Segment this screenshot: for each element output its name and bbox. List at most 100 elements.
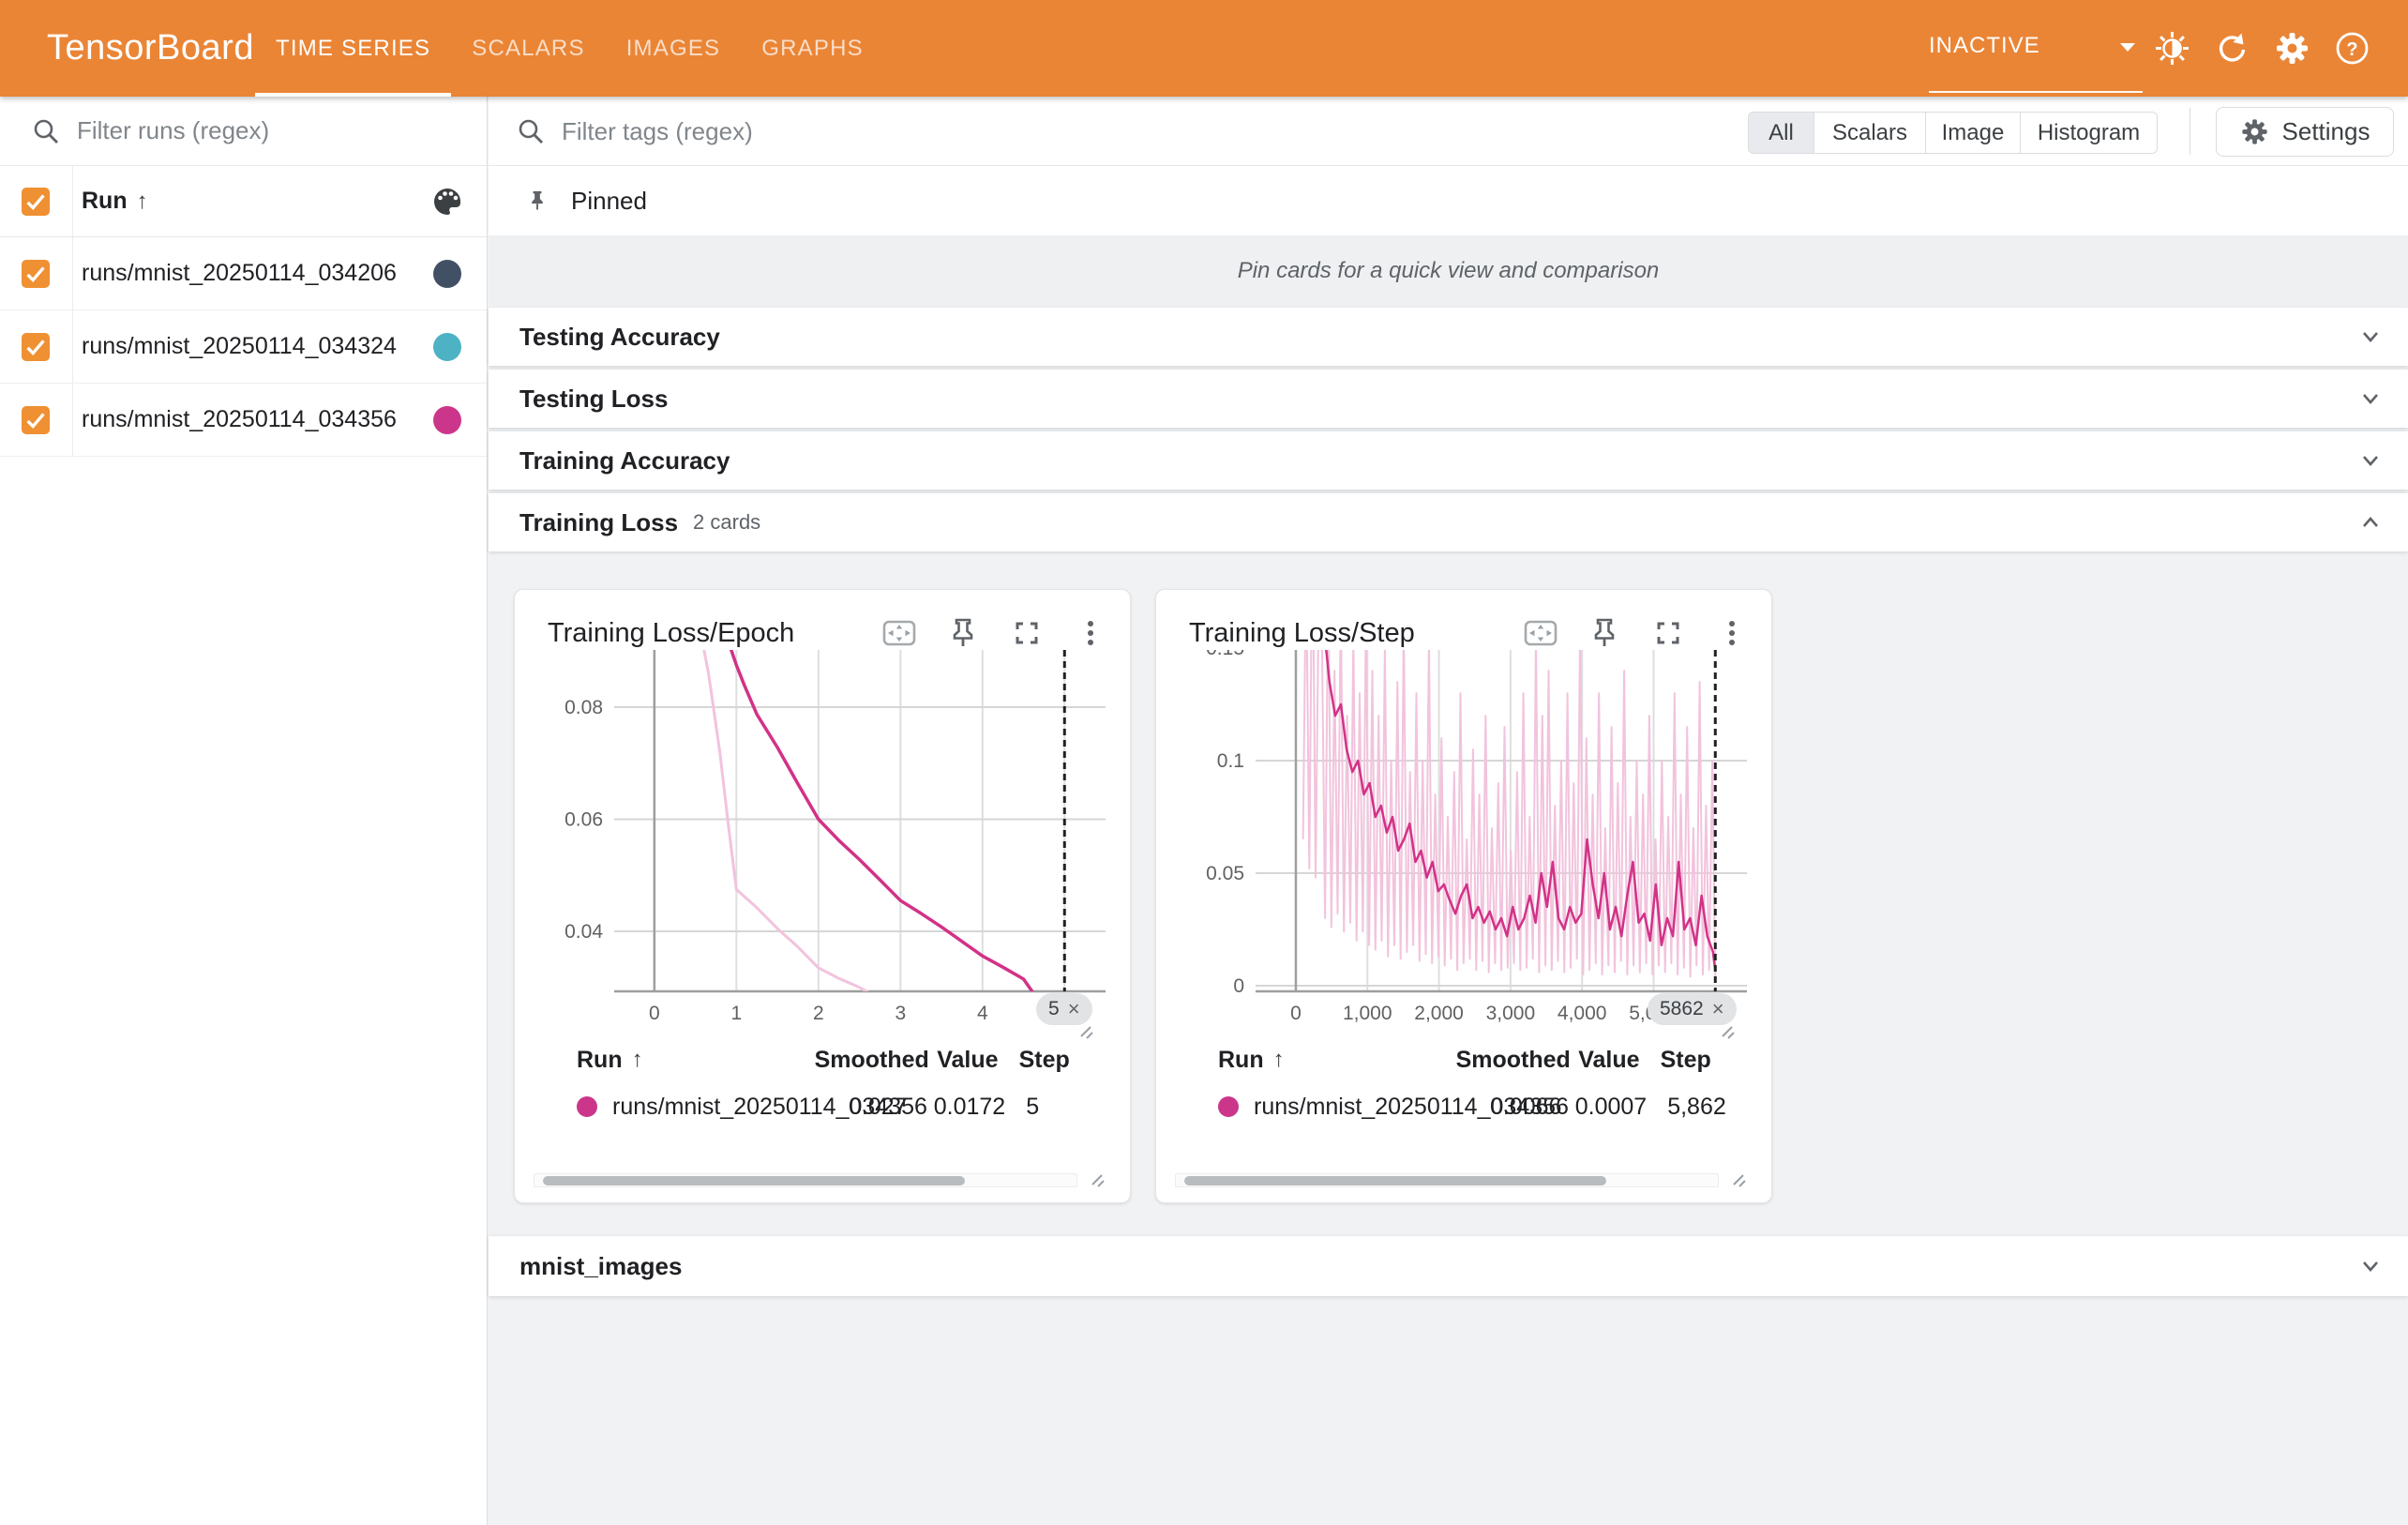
run-checkbox[interactable] — [22, 406, 50, 434]
close-icon[interactable]: × — [1712, 997, 1724, 1021]
fullscreen-icon[interactable] — [1006, 612, 1047, 654]
svg-text:0.04: 0.04 — [564, 921, 603, 943]
run-checkbox[interactable] — [22, 260, 50, 288]
filter-scalars[interactable]: Scalars — [1814, 113, 1925, 153]
col-step[interactable]: Step — [999, 1047, 1107, 1074]
col-value[interactable]: Value — [920, 1047, 999, 1074]
nav-tabs: TIME SERIES SCALARS IMAGES GRAPHS — [255, 0, 884, 97]
tag-filter-bar: All Scalars Image Histogram Settings — [489, 97, 2408, 166]
status-label: INACTIVE — [1929, 33, 2040, 59]
step-marker-chip[interactable]: 5 × — [1036, 993, 1092, 1025]
run-label: runs/mnist_20250114_034324 — [82, 333, 397, 360]
kebab-menu-icon[interactable] — [1711, 612, 1753, 654]
chevron-up-icon[interactable] — [2356, 508, 2385, 536]
scrollbar-thumb[interactable] — [543, 1176, 965, 1185]
run-color-dot — [433, 406, 461, 434]
tab-images[interactable]: IMAGES — [606, 0, 742, 97]
chevron-down-icon[interactable] — [2356, 385, 2385, 413]
search-icon — [517, 117, 545, 145]
runs-filter-input[interactable] — [77, 116, 433, 145]
palette-icon[interactable] — [431, 186, 463, 218]
smoothed-value: 0.027 — [849, 1094, 933, 1121]
settings-button[interactable]: Settings — [2216, 107, 2394, 157]
card-run-table: Run↑ Smoothed Value Step runs/mnist_2025… — [515, 1038, 1107, 1132]
fit-domain-icon[interactable] — [879, 612, 920, 654]
sort-arrow[interactable]: ↑ — [137, 189, 148, 215]
filter-histogram[interactable]: Histogram — [2020, 113, 2157, 153]
line-chart[interactable]: 00.050.10.1501,0002,0003,0004,0005,000 — [1156, 650, 1772, 1036]
run-color-dot — [1218, 1096, 1239, 1117]
app-title: TensorBoard — [47, 0, 254, 97]
col-run[interactable]: Run↑ — [1218, 1047, 1456, 1074]
tab-scalars[interactable]: SCALARS — [451, 0, 605, 97]
training-loss-cards: Training Loss/Epoch — [514, 589, 1772, 1203]
card-training-loss-step: Training Loss/Step — [1155, 589, 1772, 1203]
help-icon[interactable]: ? — [2334, 30, 2370, 67]
svg-text:3,000: 3,000 — [1486, 1003, 1536, 1024]
runs-sidebar: Run ↑ runs/mnist_20250114_034206 runs/mn… — [0, 97, 488, 1525]
section-mnist-images[interactable]: mnist_images — [489, 1236, 2408, 1296]
section-testing-loss[interactable]: Testing Loss — [489, 370, 2408, 428]
tab-time-series[interactable]: TIME SERIES — [255, 0, 451, 97]
svg-text:4,000: 4,000 — [1558, 1003, 1607, 1024]
section-training-loss[interactable]: Training Loss 2 cards — [489, 493, 2408, 551]
svg-text:0: 0 — [649, 1003, 660, 1024]
step-marker-chip[interactable]: 5862 × — [1648, 993, 1737, 1025]
pin-icon[interactable] — [942, 612, 984, 654]
tags-filter-input[interactable] — [562, 117, 1124, 146]
svg-text:0: 0 — [1290, 1003, 1302, 1024]
svg-text:1: 1 — [731, 1003, 743, 1024]
chevron-down-icon[interactable] — [2356, 446, 2385, 475]
svg-text:0.05: 0.05 — [1206, 863, 1244, 884]
section-testing-accuracy[interactable]: Testing Accuracy — [489, 308, 2408, 366]
select-all-checkbox[interactable] — [22, 188, 50, 216]
resize-handle[interactable] — [1730, 1171, 1751, 1192]
step-value: 5,862 — [1647, 1094, 1749, 1121]
col-run[interactable]: Run↑ — [577, 1047, 815, 1074]
value: 0.0172 — [933, 1094, 1005, 1121]
resize-handle[interactable] — [1089, 1171, 1109, 1192]
svg-text:0.06: 0.06 — [564, 809, 603, 831]
col-value[interactable]: Value — [1561, 1047, 1640, 1074]
run-color-dot — [433, 333, 461, 361]
chevron-down-icon[interactable] — [2356, 323, 2385, 351]
section-training-accuracy[interactable]: Training Accuracy — [489, 431, 2408, 490]
table-row: runs/mnist_20250114_034356 0.027 0.0172 … — [515, 1081, 1107, 1132]
col-smoothed[interactable]: Smoothed — [1456, 1047, 1561, 1074]
close-icon[interactable]: × — [1068, 997, 1080, 1021]
runs-header-row: Run ↑ — [0, 166, 487, 237]
scrollbar-thumb[interactable] — [1184, 1176, 1606, 1185]
card-run-table: Run↑ Smoothed Value Step runs/mnist_2025… — [1156, 1038, 1749, 1132]
run-checkbox[interactable] — [22, 333, 50, 361]
col-step[interactable]: Step — [1640, 1047, 1749, 1074]
brightness-icon[interactable] — [2154, 30, 2190, 67]
fullscreen-icon[interactable] — [1648, 612, 1689, 654]
chevron-down-icon[interactable] — [2356, 1252, 2385, 1280]
kebab-menu-icon[interactable] — [1070, 612, 1111, 654]
filter-all[interactable]: All — [1749, 113, 1814, 153]
gear-icon — [2240, 117, 2269, 146]
step-value: 5 — [1005, 1094, 1107, 1121]
pinned-label: Pinned — [571, 187, 647, 216]
svg-text:2,000: 2,000 — [1414, 1003, 1464, 1024]
fit-domain-icon[interactable] — [1520, 612, 1561, 654]
horizontal-scrollbar — [534, 1173, 1077, 1187]
filter-image[interactable]: Image — [1925, 113, 2020, 153]
gear-icon[interactable] — [2274, 30, 2310, 67]
runs-column-header: Run — [82, 188, 128, 215]
status-dropdown[interactable]: INACTIVE — [1929, 0, 2143, 93]
svg-text:2: 2 — [813, 1003, 824, 1024]
svg-text:1,000: 1,000 — [1343, 1003, 1392, 1024]
card-title: Training Loss/Step — [1189, 618, 1415, 649]
pinned-header: Pinned — [489, 166, 2408, 236]
pin-icon[interactable] — [1584, 612, 1625, 654]
col-smoothed[interactable]: Smoothed — [815, 1047, 920, 1074]
run-label: runs/mnist_20250114_034356 — [82, 406, 397, 433]
tab-graphs[interactable]: GRAPHS — [741, 0, 884, 97]
card-training-loss-epoch: Training Loss/Epoch — [514, 589, 1131, 1203]
run-color-dot — [433, 260, 461, 288]
refresh-icon[interactable] — [2214, 30, 2250, 67]
app-header: TensorBoard TIME SERIES SCALARS IMAGES G… — [0, 0, 2408, 97]
chevron-down-icon — [2120, 43, 2135, 52]
line-chart[interactable]: 0.040.060.0801234 — [515, 650, 1131, 1036]
